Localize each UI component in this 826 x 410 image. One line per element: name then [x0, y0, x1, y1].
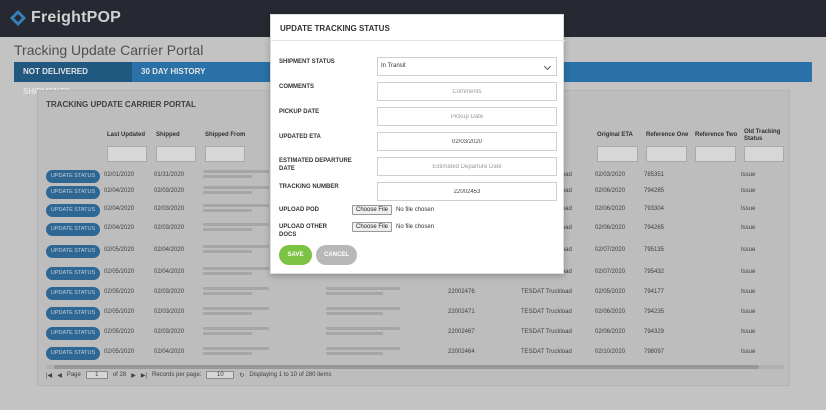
- updated-eta-input[interactable]: [377, 132, 557, 151]
- pickup-date-label: PICKUP DATE: [279, 109, 320, 115]
- upload-pod-file-status: No file chosen: [396, 207, 435, 213]
- upload-other-docs-label: UPLOAD OTHER DOCS: [279, 224, 327, 238]
- cancel-button[interactable]: CANCEL: [316, 245, 357, 265]
- estimated-departure-input[interactable]: [377, 157, 557, 176]
- upload-other-docs-file-status: No file chosen: [396, 224, 435, 230]
- updated-eta-label: UPDATED ETA: [279, 134, 321, 140]
- shipment-status-label: SHIPMENT STATUS: [279, 59, 335, 65]
- estimated-departure-label: ESTIMATED DEPARTURE DATE: [279, 158, 352, 172]
- upload-other-docs-choose-file-button[interactable]: Choose File: [352, 222, 393, 232]
- pickup-date-input[interactable]: [377, 107, 557, 126]
- shipment-status-select[interactable]: In Transit: [377, 57, 557, 76]
- dialog-divider: [271, 40, 565, 41]
- upload-other-docs-field: Choose File No file chosen: [352, 222, 434, 232]
- comments-label: COMMENTS: [279, 84, 314, 90]
- tracking-number-input[interactable]: [377, 182, 557, 201]
- comments-input[interactable]: [377, 82, 557, 101]
- save-button[interactable]: SAVE: [279, 245, 312, 265]
- tracking-number-label: TRACKING NUMBER: [279, 184, 339, 190]
- upload-pod-field: Choose File No file chosen: [352, 205, 434, 215]
- chevron-down-icon: [543, 62, 552, 71]
- dialog-title: UPDATE TRACKING STATUS: [280, 24, 390, 33]
- shipment-status-value: In Transit: [381, 63, 406, 69]
- upload-pod-choose-file-button[interactable]: Choose File: [352, 205, 393, 215]
- update-tracking-status-dialog: UPDATE TRACKING STATUS SHIPMENT STATUS I…: [270, 14, 565, 274]
- upload-pod-label: UPLOAD POD: [279, 207, 320, 213]
